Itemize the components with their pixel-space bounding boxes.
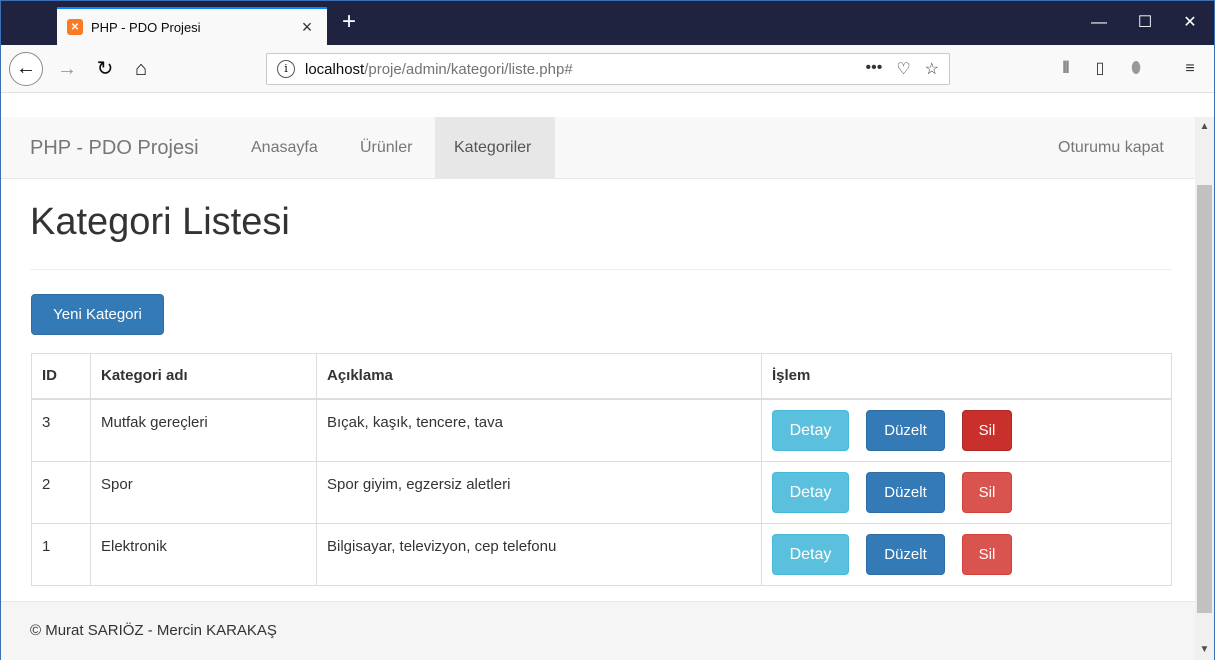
vertical-scrollbar[interactable]: ▲ ▼	[1195, 117, 1214, 660]
back-arrow-icon[interactable]: ←	[9, 52, 43, 86]
table-row: 2 Spor Spor giyim, egzersiz aletleri Det…	[31, 460, 1172, 524]
shield-icon[interactable]: ⬮	[1123, 53, 1149, 85]
footer-text: © Murat SARIÖZ - Mercin KARAKAŞ	[30, 622, 277, 639]
cell-description: Spor giyim, egzersiz aletleri	[316, 460, 762, 524]
scroll-up-icon[interactable]: ▲	[1195, 119, 1214, 135]
cell-id: 3	[31, 398, 91, 462]
site-navbar: PHP - PDO Projesi Anasayfa Ürünler Kateg…	[1, 117, 1195, 179]
tab-title: PHP - PDO Projesi	[91, 19, 201, 35]
nav-products[interactable]: Ürünler	[341, 117, 431, 179]
logout-link[interactable]: Oturumu kapat	[1039, 117, 1183, 179]
cell-actions: Detay Düzelt Sil	[761, 522, 1172, 586]
nav-home[interactable]: Anasayfa	[232, 117, 337, 179]
url-path: /proje/admin/kategori/liste.php#	[364, 60, 573, 78]
menu-icon[interactable]: ≡	[1177, 53, 1203, 85]
browser-window: ✕ PHP - PDO Projesi × + — ☐ ✕ ← → ↻ ⌂ i …	[0, 0, 1215, 660]
info-icon[interactable]: i	[277, 60, 295, 78]
cell-name: Spor	[90, 460, 317, 524]
new-category-button[interactable]: Yeni Kategori	[31, 294, 164, 335]
cell-actions: Detay Düzelt Sil	[761, 398, 1172, 462]
detail-button[interactable]: Detay	[772, 410, 849, 451]
minimize-icon[interactable]: —	[1076, 1, 1122, 45]
close-tab-icon[interactable]: ×	[297, 17, 317, 38]
home-icon[interactable]: ⌂	[125, 53, 157, 85]
cell-id: 2	[31, 460, 91, 524]
delete-button[interactable]: Sil	[962, 533, 1012, 575]
nav-categories[interactable]: Kategoriler	[435, 117, 555, 179]
scrollbar-thumb[interactable]	[1197, 185, 1212, 613]
xampp-favicon-icon: ✕	[67, 19, 83, 35]
bookmark-star-icon[interactable]: ☆	[925, 59, 939, 79]
cell-id: 1	[31, 522, 91, 586]
edit-button[interactable]: Düzelt	[866, 410, 945, 451]
col-description: Açıklama	[316, 353, 762, 400]
table-header-row: ID Kategori adı Açıklama İşlem	[31, 353, 1172, 400]
cell-name: Mutfak gereçleri	[90, 398, 317, 462]
page-footer: © Murat SARIÖZ - Mercin KARAKAŞ	[1, 601, 1195, 660]
cell-description: Bilgisayar, televizyon, cep telefonu	[316, 522, 762, 586]
col-actions: İşlem	[761, 353, 1172, 400]
page-title: Kategori Listesi	[30, 201, 290, 243]
cell-name: Elektronik	[90, 522, 317, 586]
forward-arrow-icon[interactable]: →	[51, 53, 83, 85]
url-bar[interactable]: i localhost /proje/admin/kategori/liste.…	[266, 53, 950, 85]
maximize-icon[interactable]: ☐	[1122, 1, 1168, 45]
edit-button[interactable]: Düzelt	[866, 471, 945, 513]
detail-button[interactable]: Detay	[772, 533, 849, 575]
toolbar-gap	[1, 93, 1214, 117]
page-header: Kategori Listesi	[30, 197, 1172, 270]
new-tab-icon[interactable]: +	[335, 7, 363, 37]
table-row: 3 Mutfak gereçleri Bıçak, kaşık, tencere…	[31, 398, 1172, 462]
sidebar-icon[interactable]: ▯	[1087, 53, 1113, 85]
reload-icon[interactable]: ↻	[89, 53, 121, 85]
detail-button[interactable]: Detay	[772, 471, 849, 513]
category-table: ID Kategori adı Açıklama İşlem 3 Mutfak …	[31, 353, 1172, 586]
browser-tab[interactable]: ✕ PHP - PDO Projesi ×	[57, 7, 327, 45]
table-row: 1 Elektronik Bilgisayar, televizyon, cep…	[31, 522, 1172, 586]
browser-toolbar: ← → ↻ ⌂ i localhost /proje/admin/kategor…	[1, 45, 1214, 93]
edit-button[interactable]: Düzelt	[866, 533, 945, 575]
titlebar: ✕ PHP - PDO Projesi × + — ☐ ✕	[1, 1, 1214, 45]
col-name: Kategori adı	[90, 353, 317, 400]
page-actions-icon[interactable]: •••	[866, 59, 883, 79]
page-viewport: PHP - PDO Projesi Anasayfa Ürünler Kateg…	[1, 117, 1195, 660]
delete-button[interactable]: Sil	[962, 410, 1012, 451]
cell-description: Bıçak, kaşık, tencere, tava	[316, 398, 762, 462]
url-host: localhost	[305, 60, 365, 78]
delete-button[interactable]: Sil	[962, 471, 1012, 513]
col-id: ID	[31, 353, 91, 400]
scroll-down-icon[interactable]: ▼	[1195, 642, 1214, 658]
pocket-icon[interactable]: ♡	[896, 59, 910, 79]
cell-actions: Detay Düzelt Sil	[761, 460, 1172, 524]
site-brand[interactable]: PHP - PDO Projesi	[30, 117, 199, 179]
close-window-icon[interactable]: ✕	[1167, 1, 1213, 45]
library-icon[interactable]: ⫴	[1053, 53, 1079, 85]
